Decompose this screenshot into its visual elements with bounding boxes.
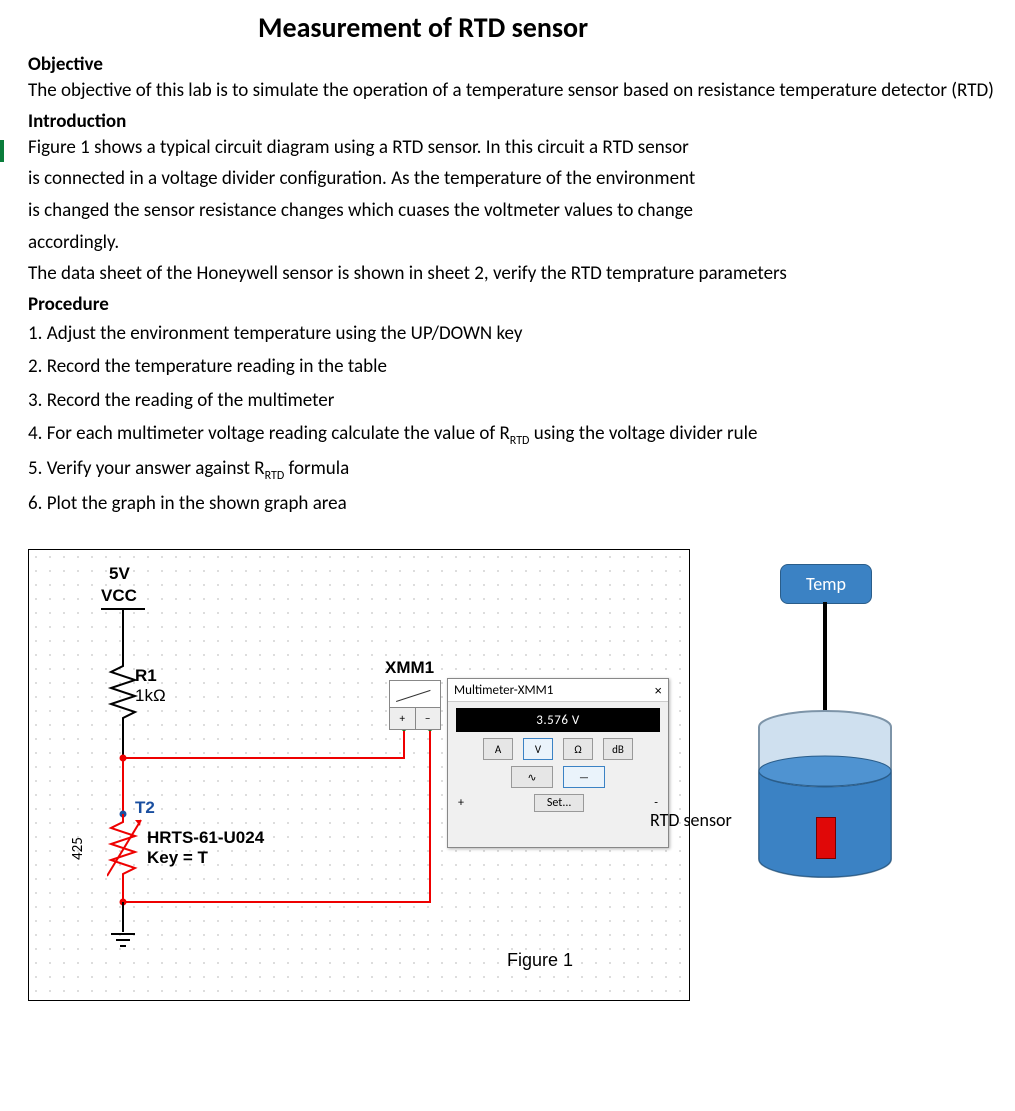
rtd-probe-tip-icon: [816, 817, 836, 859]
page-title: Measurement of RTD sensor: [258, 10, 995, 45]
xmm-ref: XMM1: [385, 658, 434, 678]
mode-ohm-button[interactable]: Ω: [563, 738, 593, 760]
rtd-sensor-label: RTD sensor: [650, 809, 732, 831]
intro-line: The data sheet of the Honeywell sensor i…: [28, 261, 995, 287]
objective-text: The objective of this lab is to simulate…: [28, 78, 995, 104]
procedure-item: 4. For each multimeter voltage reading c…: [28, 419, 995, 451]
mode-volt-button[interactable]: V: [523, 738, 553, 760]
mode-amp-button[interactable]: A: [483, 738, 513, 760]
wire: [122, 728, 124, 758]
r1-value: 1kΩ: [135, 686, 166, 706]
ground-icon: [107, 932, 139, 952]
intro-line: is connected in a voltage divider config…: [28, 166, 995, 192]
intro-line: accordingly.: [28, 230, 995, 256]
wire-red: [123, 901, 431, 903]
selection-marker: [0, 140, 4, 162]
circuit-figure: 5V VCC R1 1kΩ T2 HRTS-61-U024 Key = T 42…: [28, 549, 690, 1001]
t2-key: Key = T: [147, 848, 208, 868]
procedure-item: 5. Verify your answer against RRTD formu…: [28, 454, 995, 486]
t2-part: HRTS-61-U024: [147, 828, 264, 848]
procedure-item: 6. Plot the graph in the shown graph are…: [28, 489, 995, 519]
figure-caption: Figure 1: [507, 950, 573, 971]
procedure-heading: Procedure: [28, 293, 995, 316]
close-icon[interactable]: ×: [654, 683, 662, 698]
objective-heading: Objective: [28, 53, 995, 76]
multimeter-reading: 3.576 V: [456, 708, 660, 732]
introduction-heading: Introduction: [28, 110, 995, 133]
mode-ac-button[interactable]: ∿: [511, 766, 553, 788]
supply-label: 5V: [109, 564, 130, 584]
resistor-r1-icon: [107, 658, 139, 728]
procedure-list: 1. Adjust the environment temperature us…: [28, 319, 995, 520]
mode-db-button[interactable]: dB: [603, 738, 633, 760]
wire: [122, 608, 124, 658]
procedure-item: 3. Record the reading of the multimeter: [28, 386, 995, 416]
temp-button[interactable]: Temp: [780, 564, 872, 604]
multimeter-panel[interactable]: Multimeter-XMM1 × 3.576 V A V Ω dB ∿ — +…: [447, 678, 669, 848]
set-button[interactable]: Set...: [534, 794, 585, 812]
rtd-t2-icon: [107, 814, 147, 884]
intro-line: Figure 1 shows a typical circuit diagram…: [28, 135, 995, 161]
wire-red: [429, 728, 431, 903]
acdc-row: ∿ —: [448, 766, 668, 788]
procedure-item: 2. Record the temperature reading in the…: [28, 352, 995, 382]
mode-dc-button[interactable]: —: [563, 766, 605, 788]
temp-diagram: Temp RTD sensor: [690, 549, 995, 999]
minus-label: -: [654, 796, 658, 810]
mode-row: A V Ω dB: [448, 738, 668, 760]
xmm1-instrument-icon[interactable]: +−: [389, 680, 441, 730]
plus-label: +: [458, 796, 464, 810]
side-value: 425: [69, 838, 87, 861]
procedure-item: 1. Adjust the environment temperature us…: [28, 319, 995, 349]
multimeter-title: Multimeter-XMM1: [454, 683, 553, 698]
vcc-label: VCC: [101, 586, 137, 606]
wire: [122, 902, 124, 932]
intro-line: is changed the sensor resistance changes…: [28, 198, 995, 224]
wire-red: [122, 758, 124, 814]
wire-red: [123, 757, 405, 759]
wire-red: [403, 728, 405, 759]
